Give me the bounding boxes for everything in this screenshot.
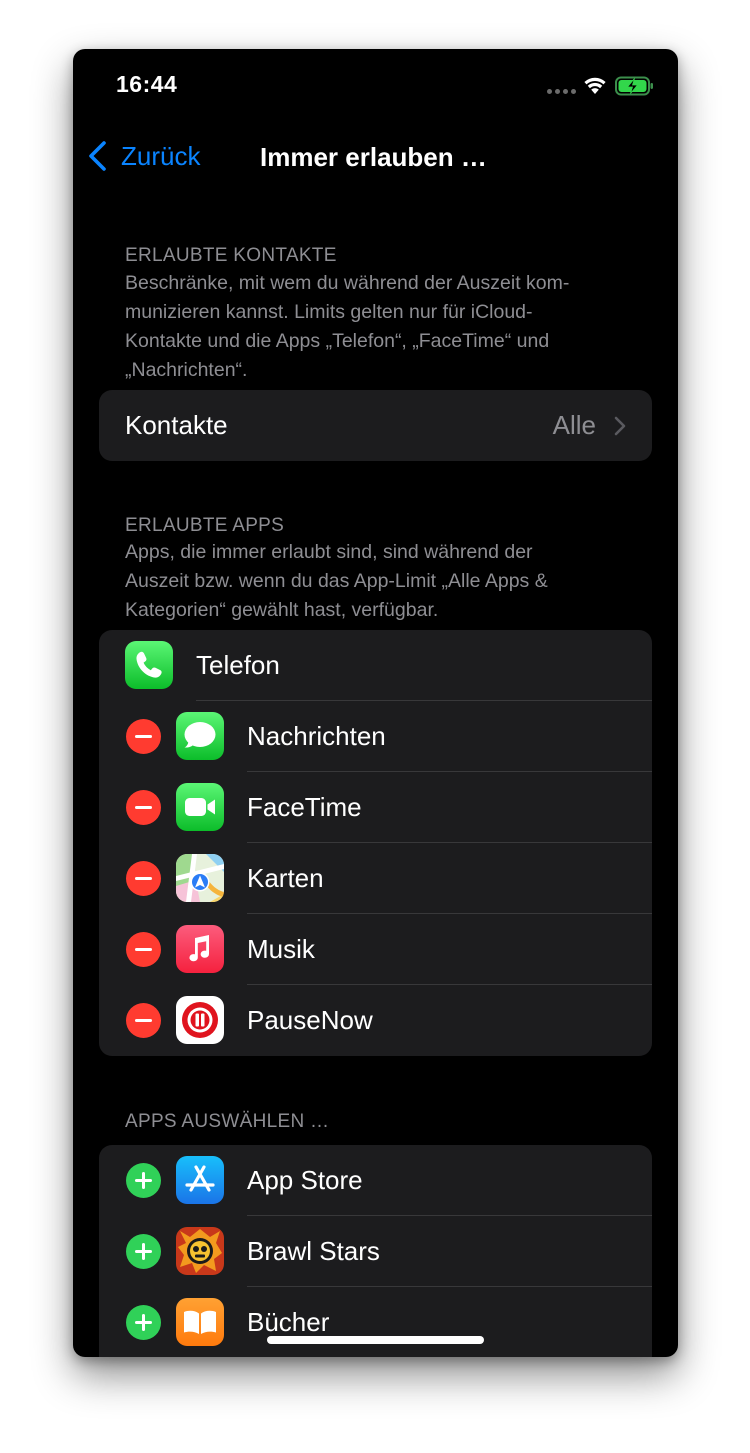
home-indicator[interactable] <box>267 1336 484 1344</box>
phone-screen: 16:44 Zurück Immer erlauben … ERLAUBTE K… <box>73 49 678 1357</box>
status-time: 16:44 <box>116 71 178 97</box>
app-name: Bücher <box>247 1307 330 1337</box>
app-store-icon <box>176 1156 224 1204</box>
app-row-buecher: Bücher <box>99 1287 652 1357</box>
navigation-bar: Zurück Immer erlauben … <box>73 134 678 178</box>
app-row-musik: Musik <box>99 914 652 985</box>
maps-icon <box>176 854 224 902</box>
app-name: App Store <box>247 1165 363 1195</box>
allowed-apps-description: Apps, die immer erlaubt sind, sind währe… <box>125 541 548 621</box>
add-button[interactable] <box>126 1234 161 1269</box>
allowed-apps-group: Telefon Nachrichten FaceTime Karten Musi… <box>99 630 652 1056</box>
back-button-label: Zurück <box>121 140 201 171</box>
app-name: Brawl Stars <box>247 1236 380 1266</box>
page-title: Immer erlauben … <box>260 142 487 172</box>
contacts-row-value: Alle <box>552 410 596 440</box>
contacts-row-label: Kontakte <box>125 410 228 440</box>
app-row-nachrichten: Nachrichten <box>99 701 652 772</box>
battery-charging-icon <box>615 76 653 96</box>
phone-icon <box>125 641 173 689</box>
chevron-right-icon <box>614 416 626 436</box>
back-button[interactable]: Zurück <box>87 138 200 174</box>
remove-button[interactable] <box>126 790 161 825</box>
app-row-app-store: App Store <box>99 1145 652 1216</box>
choose-apps-group: App Store Brawl Stars Bücher <box>99 1145 652 1357</box>
facetime-icon <box>176 783 224 831</box>
app-row-brawl-stars: Brawl Stars <box>99 1216 652 1287</box>
app-row-pausenow: PauseNow <box>99 985 652 1056</box>
cellular-signal-icon <box>547 89 577 95</box>
app-name: FaceTime <box>247 792 362 822</box>
allowed-contacts-header: ERLAUBTE KONTAKTE <box>125 245 337 266</box>
allowed-contacts-description: Beschränke, mit wem du während der Ausze… <box>125 272 570 381</box>
music-icon <box>176 925 224 973</box>
add-button[interactable] <box>126 1163 161 1198</box>
remove-button[interactable] <box>126 932 161 967</box>
app-name: PauseNow <box>247 1005 373 1035</box>
status-bar: 16:44 <box>73 49 678 129</box>
app-name: Karten <box>247 863 324 893</box>
allowed-apps-header: ERLAUBTE APPS <box>125 515 285 536</box>
app-row-telefon[interactable]: Telefon <box>99 630 652 701</box>
chevron-left-icon <box>89 141 106 171</box>
choose-apps-header: APPS AUSWÄHLEN … <box>125 1111 330 1132</box>
remove-button[interactable] <box>126 861 161 896</box>
brawl-stars-icon <box>176 1227 224 1275</box>
pausenow-icon <box>176 996 224 1044</box>
app-name: Telefon <box>196 650 280 680</box>
app-name: Musik <box>247 934 315 964</box>
books-icon <box>176 1298 224 1346</box>
app-name: Nachrichten <box>247 721 386 751</box>
contacts-row[interactable]: Kontakte Alle <box>99 390 652 461</box>
add-button[interactable] <box>126 1305 161 1340</box>
app-row-karten: Karten <box>99 843 652 914</box>
contacts-group: Kontakte Alle <box>99 390 652 461</box>
messages-icon <box>176 712 224 760</box>
remove-button[interactable] <box>126 1003 161 1038</box>
wifi-icon <box>584 77 606 94</box>
app-row-facetime: FaceTime <box>99 772 652 843</box>
remove-button[interactable] <box>126 719 161 754</box>
